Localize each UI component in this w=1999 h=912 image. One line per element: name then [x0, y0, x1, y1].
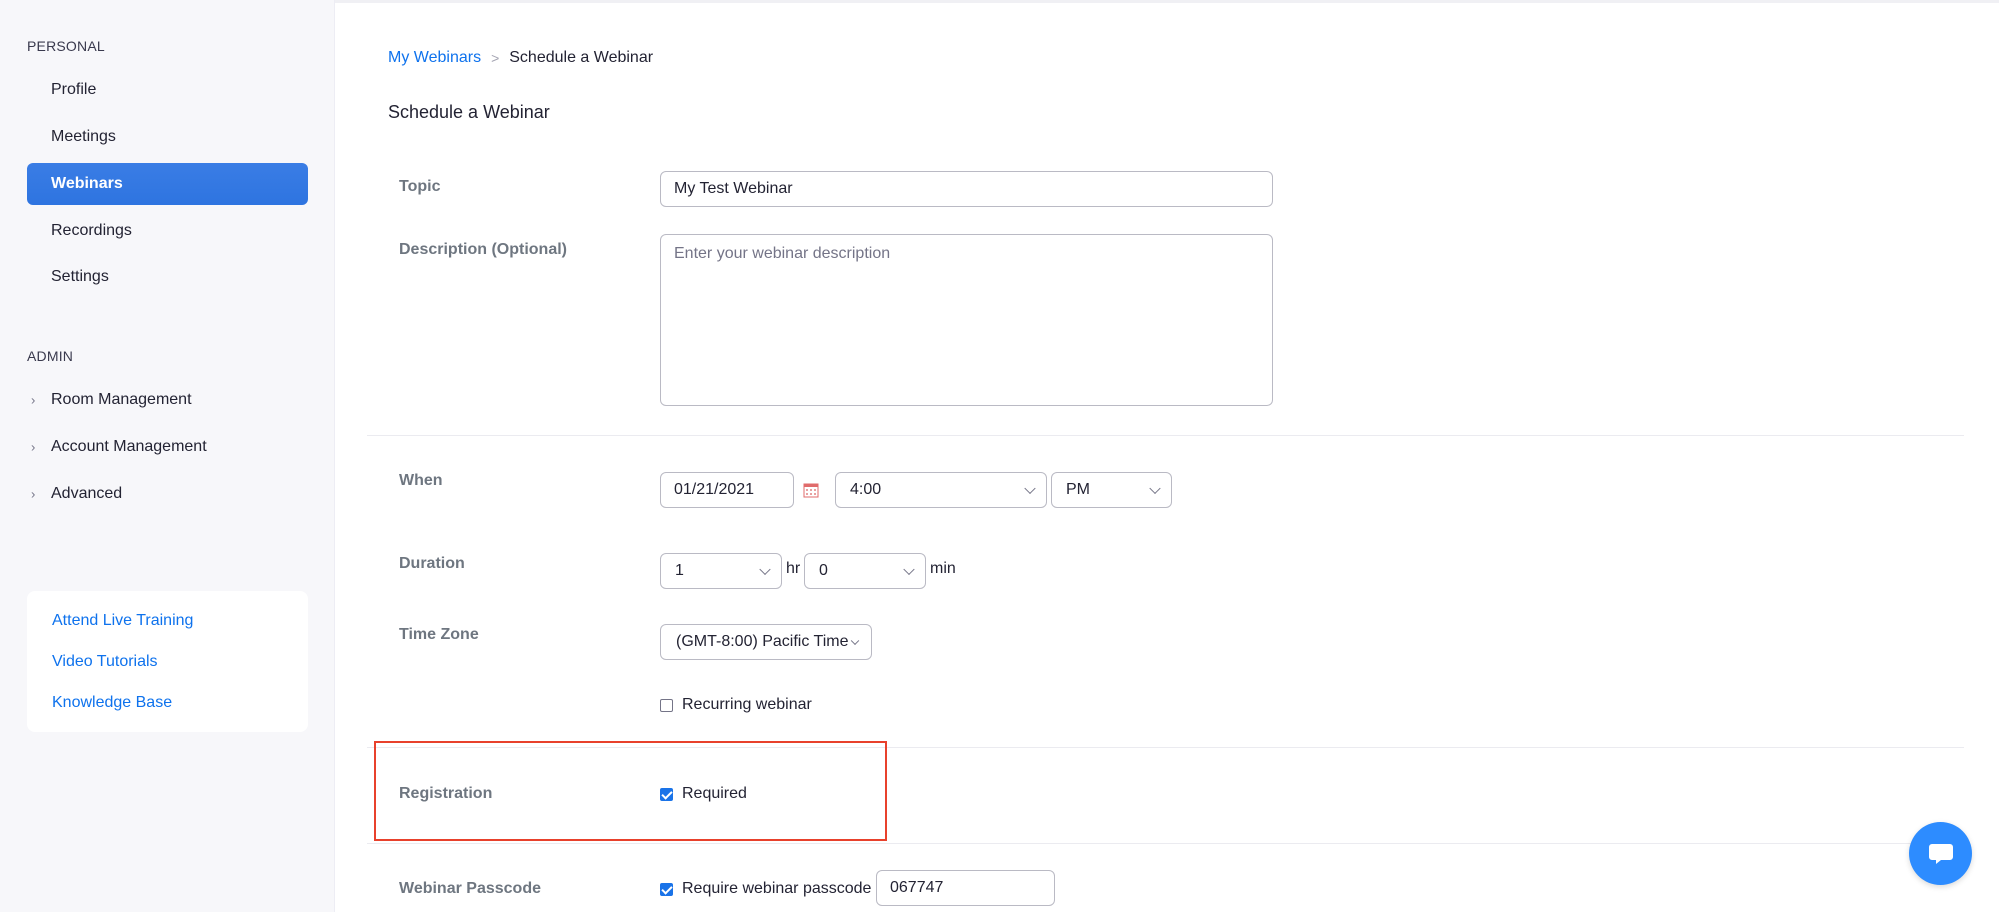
date-input[interactable]: 01/21/2021 [660, 472, 794, 508]
breadcrumb-separator: > [491, 50, 500, 66]
time-zone-value: (GMT-8:00) Pacific Time [676, 633, 849, 650]
minutes-unit-label: min [930, 560, 956, 577]
calendar-icon[interactable] [803, 482, 819, 498]
section-divider [367, 843, 1964, 844]
sidebar-item-webinars[interactable]: Webinars [27, 163, 308, 205]
section-divider [367, 435, 1964, 436]
breadcrumb-current: Schedule a Webinar [509, 49, 654, 66]
chevron-down-icon [850, 636, 860, 646]
time-zone-label: Time Zone [399, 626, 479, 643]
hours-unit-label: hr [786, 560, 801, 577]
time-select[interactable]: 4:00 [835, 472, 1047, 508]
sidebar-item-label: Account Management [51, 438, 207, 455]
recurring-label: Recurring webinar [682, 696, 812, 713]
chevron-down-icon [903, 563, 915, 576]
video-tutorials-link[interactable]: Video Tutorials [52, 653, 158, 671]
recurring-checkbox[interactable] [660, 699, 673, 712]
personal-heading: PERSONAL [27, 38, 105, 54]
duration-hours-value: 1 [675, 562, 684, 579]
ampm-select-value: PM [1066, 481, 1090, 498]
passcode-label: Webinar Passcode [399, 880, 541, 897]
breadcrumb: My Webinars > Schedule a Webinar [388, 49, 653, 67]
duration-minutes-select[interactable]: 0 [804, 553, 926, 589]
sidebar-item-meetings[interactable]: Meetings [27, 116, 308, 158]
sidebar-item-account-management[interactable]: › Account Management [27, 426, 308, 468]
admin-heading: ADMIN [27, 348, 74, 364]
sidebar-item-profile[interactable]: Profile [27, 69, 308, 111]
topic-label: Topic [399, 178, 441, 195]
description-label: Description (Optional) [399, 241, 567, 258]
chevron-right-icon: › [31, 392, 36, 408]
chevron-down-icon [1024, 482, 1036, 495]
ampm-select[interactable]: PM [1051, 472, 1172, 508]
registration-highlight [374, 741, 887, 841]
chevron-down-icon [1149, 482, 1161, 495]
breadcrumb-my-webinars[interactable]: My Webinars [388, 49, 481, 67]
knowledge-base-link[interactable]: Knowledge Base [52, 694, 172, 712]
sidebar-item-settings[interactable]: Settings [27, 256, 308, 298]
topic-input[interactable]: My Test Webinar [660, 171, 1273, 207]
sidebar-item-room-management[interactable]: › Room Management [27, 379, 308, 421]
chevron-right-icon: › [31, 486, 36, 502]
page-title: Schedule a Webinar [388, 102, 550, 122]
require-passcode-label: Require webinar passcode [682, 880, 872, 897]
app-window: PERSONAL Profile Meetings Webinars Recor… [0, 0, 1999, 912]
time-zone-select[interactable]: (GMT-8:00) Pacific Time [660, 624, 872, 660]
when-label: When [399, 472, 443, 489]
chevron-right-icon: › [31, 439, 36, 455]
chat-bubble-icon [1928, 843, 1953, 864]
description-textarea[interactable]: Enter your webinar description [660, 234, 1273, 406]
sidebar: PERSONAL Profile Meetings Webinars Recor… [0, 0, 335, 912]
duration-minutes-value: 0 [819, 562, 828, 579]
sidebar-item-recordings[interactable]: Recordings [27, 210, 308, 252]
time-select-value: 4:00 [850, 481, 882, 498]
duration-label: Duration [399, 555, 465, 572]
chat-button[interactable] [1909, 822, 1972, 885]
attend-live-training-link[interactable]: Attend Live Training [52, 612, 193, 630]
chevron-down-icon [759, 563, 771, 576]
sidebar-item-advanced[interactable]: › Advanced [27, 473, 308, 515]
help-card: Attend Live Training Video Tutorials Kno… [27, 591, 308, 732]
sidebar-item-label: Advanced [51, 485, 123, 502]
sidebar-item-label: Room Management [51, 391, 192, 408]
passcode-input[interactable]: 067747 [876, 870, 1055, 906]
require-passcode-checkbox[interactable] [660, 883, 673, 896]
duration-hours-select[interactable]: 1 [660, 553, 782, 589]
